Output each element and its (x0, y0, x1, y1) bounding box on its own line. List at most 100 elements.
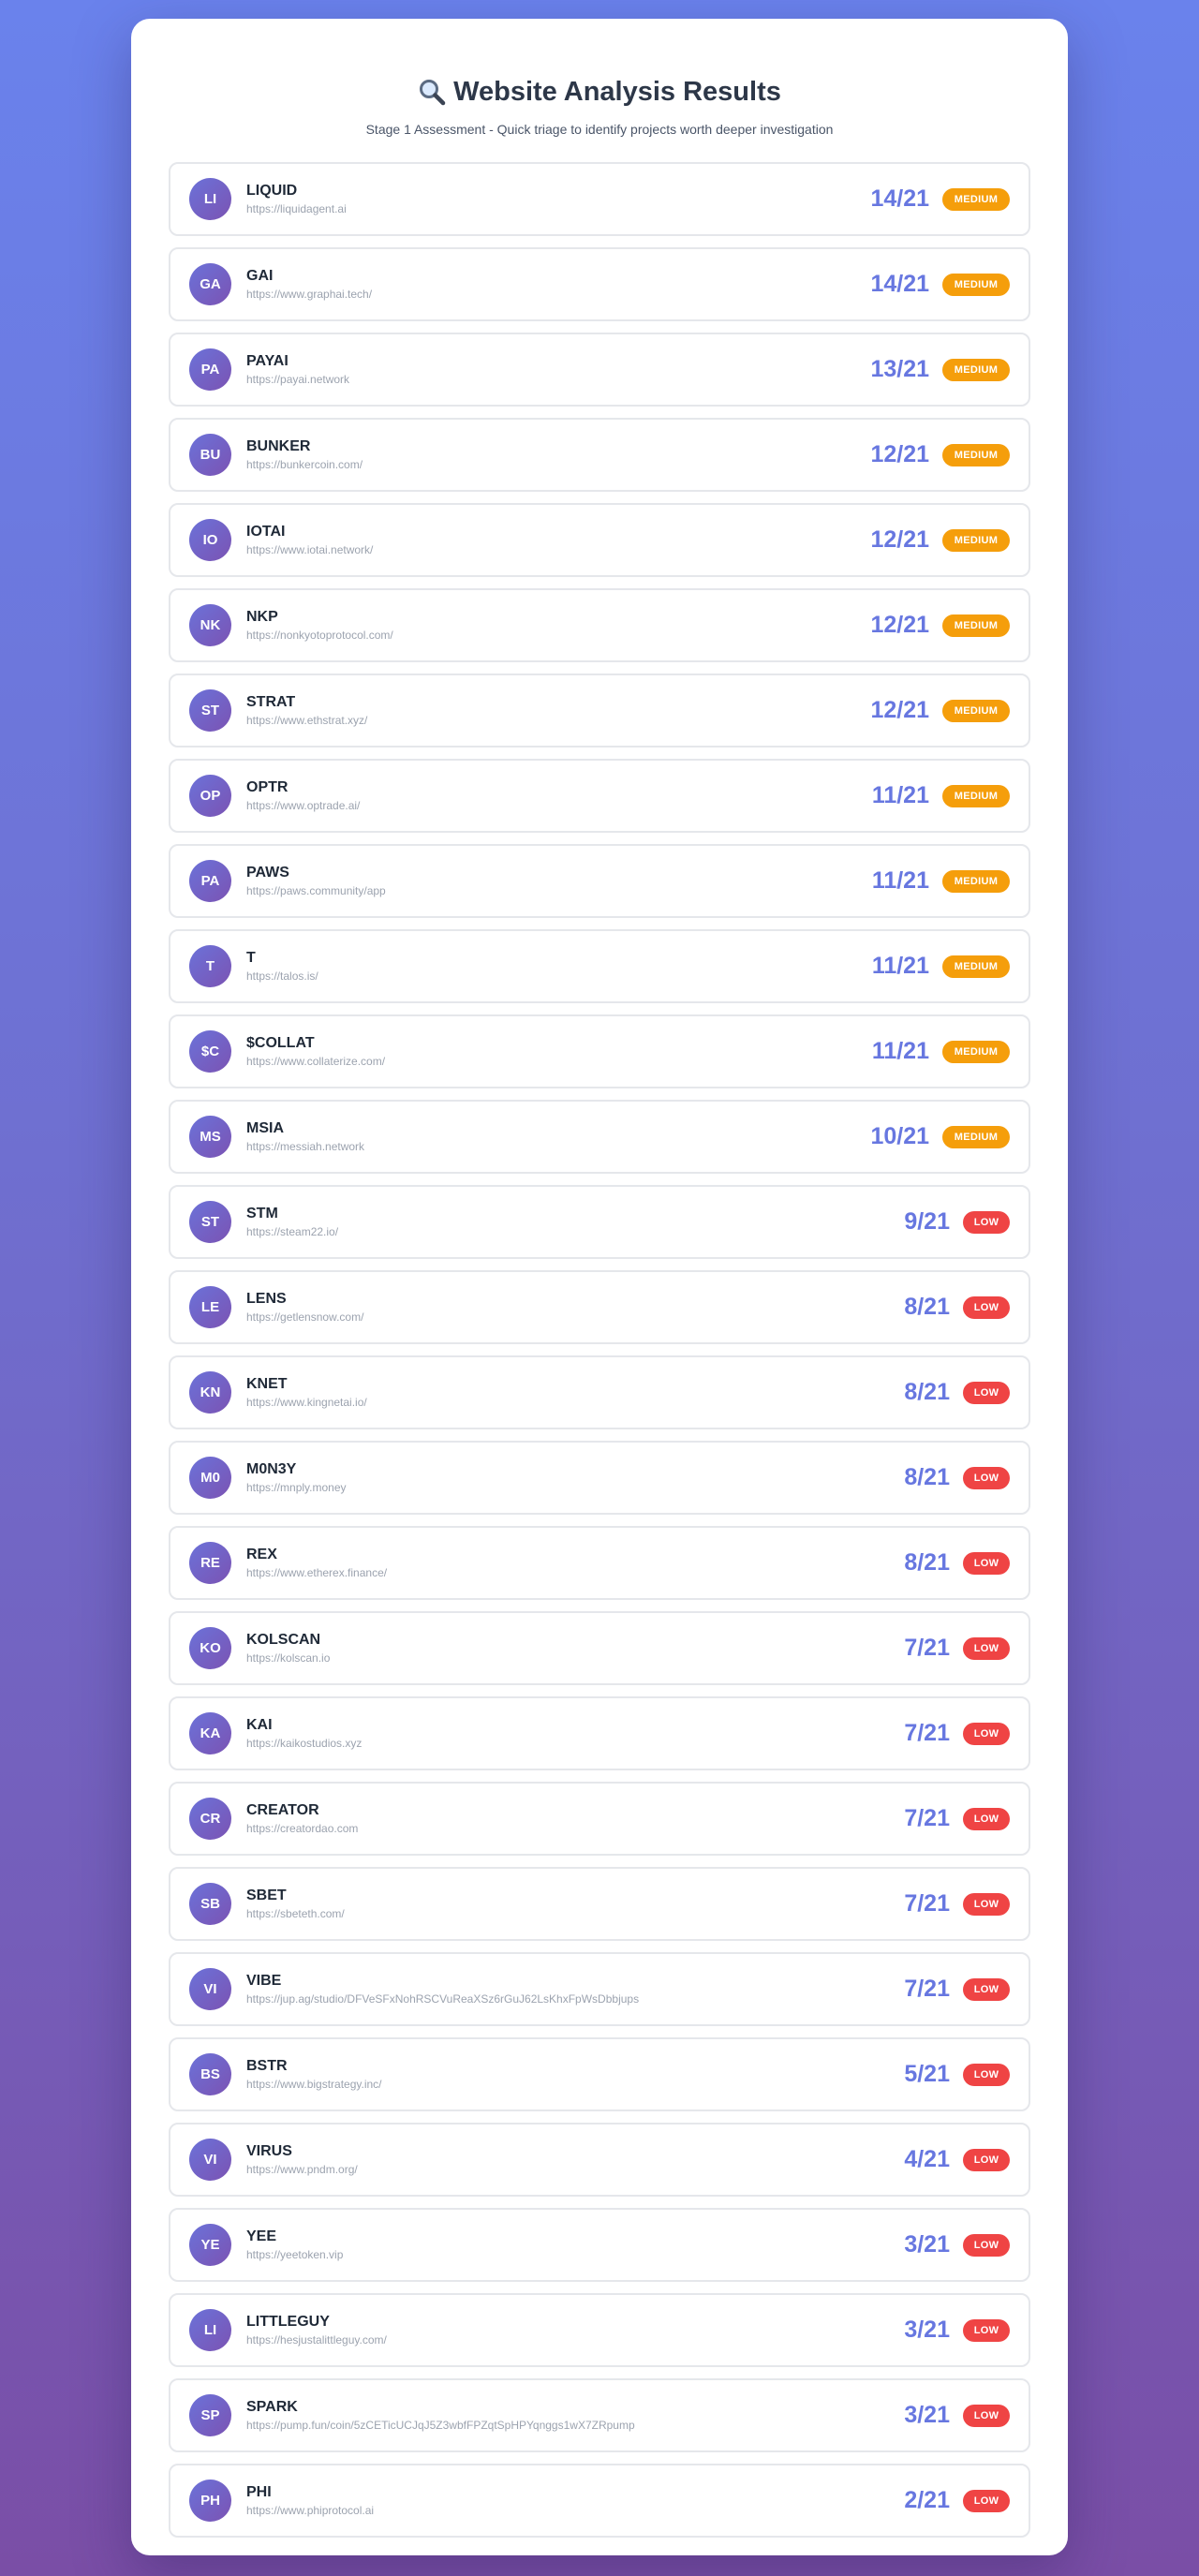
project-name: BSTR (246, 2058, 288, 2074)
project-url[interactable]: https://www.graphai.tech/ (246, 287, 870, 302)
result-row[interactable]: $C $COLLAT https://www.collaterize.com/11/… (169, 1014, 1030, 1088)
result-row[interactable]: RE REX https://www.etherex.finance/8/21 LOW (169, 1526, 1030, 1600)
score: 13/21 (870, 356, 929, 382)
project-info: REX https://www.etherex.finance/ (246, 1546, 904, 1580)
project-name: NKP (246, 609, 278, 625)
result-row[interactable]: KN KNET https://www.kingnetai.io/8/21 LOW (169, 1355, 1030, 1429)
avatar: T (189, 945, 231, 987)
result-row[interactable]: SP SPARK https://pump.fun/coin/5zCETicUCJq… (169, 2378, 1030, 2452)
rating-badge: LOW (963, 1381, 1010, 1404)
score: 11/21 (871, 1038, 929, 1064)
rating-badge: LOW (963, 1295, 1010, 1319)
project-url[interactable]: https://hesjustalittleguy.com/ (246, 2332, 904, 2347)
result-row[interactable]: CR CREATOR https://creatordao.com 7/21 LOW (169, 1782, 1030, 1856)
result-row[interactable]: NK NKP https://nonkyotoprotocol.com/12/21 M… (169, 588, 1030, 662)
result-row[interactable]: SB SBET https://sbeteth.com/7/21 LOW (169, 1867, 1030, 1941)
rating-badge: LOW (963, 2489, 1010, 2512)
result-row[interactable]: KA KAI https://kaikostudios.xyz 7/21 LOW (169, 1696, 1030, 1770)
result-row[interactable]: PA PAWS https://paws.community/app 11/21 MED… (169, 844, 1030, 918)
score: 4/21 (904, 2146, 950, 2172)
score: 8/21 (904, 1379, 950, 1405)
project-url[interactable]: https://www.optrade.ai/ (246, 798, 872, 813)
project-url[interactable]: https://paws.community/app (246, 883, 872, 898)
result-row[interactable]: LE LENS https://getlensnow.com/8/21 LOW (169, 1270, 1030, 1344)
project-url[interactable]: https://www.bigstrategy.inc/ (246, 2077, 904, 2092)
avatar: RE (189, 1542, 231, 1584)
result-row[interactable]: LI LITTLEGUY https://hesjustalittleguy.com… (169, 2293, 1030, 2367)
result-row[interactable]: T Thttps://talos.is/11/21 MEDIUM (169, 929, 1030, 1003)
project-info: LENS https://getlensnow.com/ (246, 1290, 904, 1325)
result-row[interactable]: BU BUNKER https://bunkercoin.com/12/21 MEDI… (169, 418, 1030, 492)
project-url[interactable]: https://liquidagent.ai (246, 201, 870, 216)
page-subtitle: Stage 1 Assessment - Quick triage to ide… (365, 122, 834, 137)
project-name: T (246, 950, 256, 966)
result-row[interactable]: ST STRAT https://www.ethstrat.xyz/12/21 MED… (169, 674, 1030, 748)
project-info: GAI https://www.graphai.tech/ (246, 267, 870, 302)
result-row[interactable]: ST STM https://steam22.io/9/21 LOW (169, 1185, 1030, 1259)
result-row[interactable]: OP OPTR https://www.optrade.ai/11/21 MEDIUM (169, 759, 1030, 833)
project-info: VIRUS https://www.pndm.org/ (246, 2142, 904, 2177)
rating-badge: MEDIUM (942, 614, 1010, 637)
project-url[interactable]: https://jup.ag/studio/DFVeSFxNohRSCVuRea… (246, 1991, 904, 2006)
result-row[interactable]: YE YEE https://yeetoken.vip 3/21 LOW (169, 2208, 1030, 2282)
project-info: NKP https://nonkyotoprotocol.com/ (246, 608, 870, 643)
project-url[interactable]: https://kolscan.io (246, 1651, 904, 1666)
rating-badge: LOW (963, 2318, 1010, 2342)
avatar: PA (189, 348, 231, 391)
result-row[interactable]: PH PHI https://www.phiprotocol.ai 2/21 LOW (169, 2464, 1030, 2538)
project-url[interactable]: https://yeetoken.vip (246, 2247, 904, 2262)
result-row[interactable]: BS BSTR https://www.bigstrategy.inc/5/21 LO… (169, 2037, 1030, 2111)
project-url[interactable]: https://bunkercoin.com/ (246, 457, 870, 472)
project-info: Thttps://talos.is/ (246, 949, 872, 984)
score: 3/21 (904, 2402, 950, 2428)
project-name: LITTLEGUY (246, 2314, 330, 2330)
result-row[interactable]: VI VIBE https://jup.ag/studio/DFVeSFxNohRS… (169, 1952, 1030, 2026)
project-name: KNET (246, 1376, 288, 1392)
project-url[interactable]: https://kaikostudios.xyz (246, 1736, 904, 1751)
project-url[interactable]: https://creatordao.com (246, 1821, 904, 1836)
project-url[interactable]: https://www.pndm.org/ (246, 2162, 904, 2177)
result-row[interactable]: MS MSIA https://messiah.network 10/21 MEDIUM (169, 1100, 1030, 1174)
avatar: SB (189, 1883, 231, 1925)
rating-badge: LOW (963, 1807, 1010, 1830)
result-row[interactable]: M0 M0N3Y https://mnply.money 8/21 LOW (169, 1441, 1030, 1515)
result-row[interactable]: IO IOTAI https://www.iotai.network/12/21 ME… (169, 503, 1030, 577)
project-info: STM https://steam22.io/ (246, 1205, 904, 1239)
result-row[interactable]: LI LIQUID https://liquidagent.ai 14/21 MEDIU… (169, 162, 1030, 236)
project-url[interactable]: https://getlensnow.com/ (246, 1310, 904, 1325)
score: 11/21 (871, 867, 929, 894)
project-url[interactable]: https://messiah.network (246, 1139, 870, 1154)
project-info: M0N3Y https://mnply.money (246, 1460, 904, 1495)
project-url[interactable]: https://mnply.money (246, 1480, 904, 1495)
result-row[interactable]: PA PAYAI https://payai.network 13/21 MEDIUM (169, 333, 1030, 407)
project-url[interactable]: https://nonkyotoprotocol.com/ (246, 628, 870, 643)
score: 3/21 (904, 2317, 950, 2343)
avatar: ST (189, 689, 231, 732)
avatar: M0 (189, 1457, 231, 1499)
score: 12/21 (870, 441, 929, 467)
project-url[interactable]: https://www.iotai.network/ (246, 542, 870, 557)
rating-badge: LOW (963, 1551, 1010, 1575)
project-url[interactable]: https://www.collaterize.com/ (246, 1054, 872, 1069)
result-row[interactable]: VI VIRUS https://www.pndm.org/4/21 LOW (169, 2123, 1030, 2197)
result-row[interactable]: GA GAI https://www.graphai.tech/14/21 MEDIU… (169, 247, 1030, 321)
project-name: SBET (246, 1888, 287, 1903)
project-info: $COLLAT https://www.collaterize.com/ (246, 1034, 872, 1069)
project-name: MSIA (246, 1120, 284, 1136)
page-title-text: Website Analysis Results (453, 77, 781, 107)
project-name: VIBE (246, 1973, 282, 1989)
project-url[interactable]: https://sbeteth.com/ (246, 1906, 904, 1921)
project-url[interactable]: https://www.kingnetai.io/ (246, 1395, 904, 1410)
project-url[interactable]: https://pump.fun/coin/5zCETicUCJqJ5Z3wbf… (246, 2418, 904, 2433)
project-url[interactable]: https://payai.network (246, 372, 870, 387)
score: 7/21 (904, 1976, 950, 2002)
project-url[interactable]: https://www.etherex.finance/ (246, 1565, 904, 1580)
project-url[interactable]: https://steam22.io/ (246, 1224, 904, 1239)
score: 7/21 (904, 1635, 950, 1661)
project-name: KOLSCAN (246, 1632, 321, 1648)
project-url[interactable]: https://www.phiprotocol.ai (246, 2503, 904, 2518)
project-url[interactable]: https://www.ethstrat.xyz/ (246, 713, 870, 728)
project-url[interactable]: https://talos.is/ (246, 969, 872, 984)
project-name: BUNKER (246, 438, 311, 454)
result-row[interactable]: KO KOLSCAN https://kolscan.io 7/21 LOW (169, 1611, 1030, 1685)
